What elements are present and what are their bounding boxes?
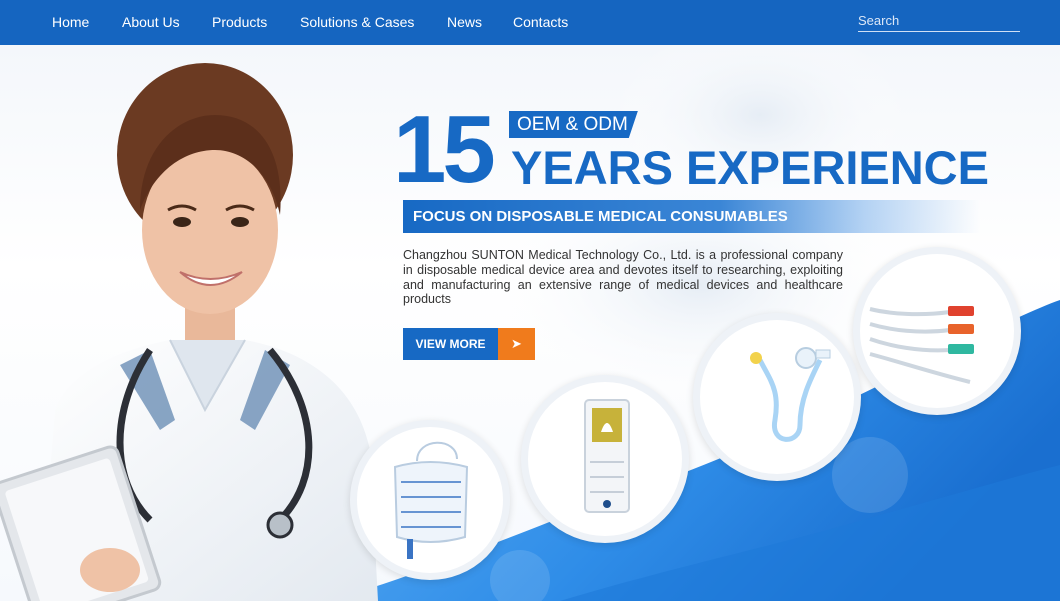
nelaton-catheter-image	[869, 306, 974, 384]
nav-item-solutions-cases[interactable]: Solutions & Cases	[300, 14, 414, 30]
top-navbar: Home About Us Products Solutions & Cases…	[0, 0, 1060, 45]
arrow-right-icon: ➤	[498, 328, 535, 360]
foley-catheter-image	[750, 347, 831, 442]
view-more-label: VIEW MORE	[403, 328, 498, 360]
focus-text: FOCUS ON DISPOSABLE MEDICAL CONSUMABLES	[413, 208, 788, 225]
company-description: Changzhou SUNTON Medical Technology Co.,…	[403, 248, 843, 307]
nav-item-home[interactable]: Home	[52, 14, 89, 30]
nav-item-about-us[interactable]: About Us	[122, 14, 180, 30]
doctor-photo	[0, 63, 378, 601]
urine-bag-image	[393, 441, 469, 559]
search-box	[858, 12, 1020, 32]
product-nelaton-catheter[interactable]	[853, 247, 1021, 415]
years-experience-heading: YEARS EXPERIENCE	[511, 141, 989, 194]
nav-item-news[interactable]: News	[447, 14, 482, 30]
oem-odm-badge: OEM & ODM	[509, 111, 638, 138]
nav-item-contacts[interactable]: Contacts	[513, 14, 568, 30]
years-number: 15	[393, 96, 496, 203]
product-urine-meter[interactable]	[521, 375, 689, 543]
urine-meter-image	[584, 399, 630, 513]
view-more-button[interactable]: VIEW MORE ➤	[403, 328, 535, 360]
product-urine-bag[interactable]	[350, 420, 510, 580]
search-input[interactable]	[858, 13, 1016, 28]
nav-item-products[interactable]: Products	[212, 14, 267, 30]
focus-banner: FOCUS ON DISPOSABLE MEDICAL CONSUMABLES	[403, 200, 980, 233]
hero-banner: 15 OEM & ODM YEARS EXPERIENCE FOCUS ON D…	[0, 45, 1060, 601]
product-foley-catheter[interactable]	[693, 313, 861, 481]
